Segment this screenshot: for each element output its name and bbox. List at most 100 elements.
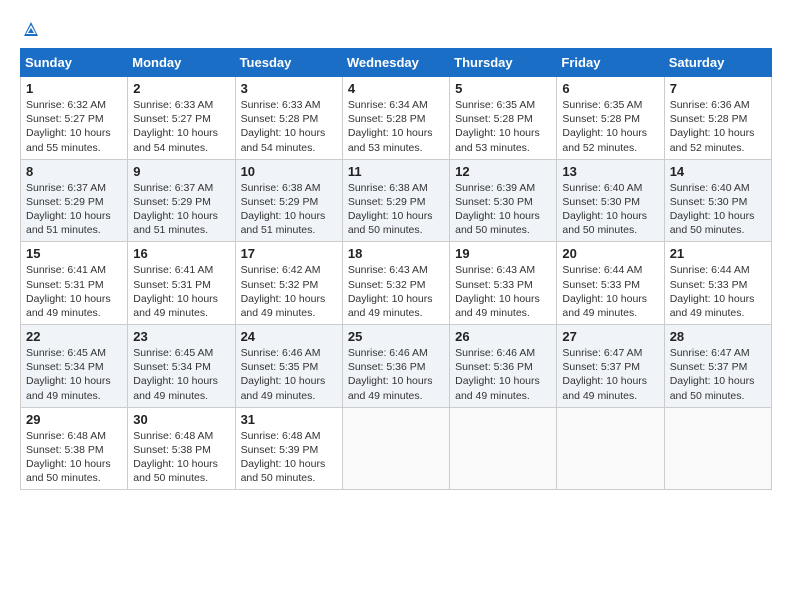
day-number: 27 [562, 329, 658, 344]
day-info: Sunrise: 6:43 AM Sunset: 5:32 PM Dayligh… [348, 263, 444, 320]
day-info: Sunrise: 6:44 AM Sunset: 5:33 PM Dayligh… [670, 263, 766, 320]
calendar-header-day: Saturday [664, 49, 771, 77]
day-number: 4 [348, 81, 444, 96]
day-number: 14 [670, 164, 766, 179]
day-number: 1 [26, 81, 122, 96]
day-number: 18 [348, 246, 444, 261]
calendar-cell: 13 Sunrise: 6:40 AM Sunset: 5:30 PM Dayli… [557, 159, 664, 242]
day-number: 31 [241, 412, 337, 427]
calendar-header-day: Wednesday [342, 49, 449, 77]
day-info: Sunrise: 6:47 AM Sunset: 5:37 PM Dayligh… [562, 346, 658, 403]
calendar-cell: 9 Sunrise: 6:37 AM Sunset: 5:29 PM Daylig… [128, 159, 235, 242]
day-number: 7 [670, 81, 766, 96]
calendar-cell: 31 Sunrise: 6:48 AM Sunset: 5:39 PM Dayli… [235, 407, 342, 490]
calendar-week-row: 22 Sunrise: 6:45 AM Sunset: 5:34 PM Dayli… [21, 325, 772, 408]
calendar-cell: 15 Sunrise: 6:41 AM Sunset: 5:31 PM Dayli… [21, 242, 128, 325]
calendar-header-row: SundayMondayTuesdayWednesdayThursdayFrid… [21, 49, 772, 77]
day-number: 28 [670, 329, 766, 344]
day-number: 13 [562, 164, 658, 179]
calendar-cell: 26 Sunrise: 6:46 AM Sunset: 5:36 PM Dayli… [450, 325, 557, 408]
day-info: Sunrise: 6:46 AM Sunset: 5:36 PM Dayligh… [348, 346, 444, 403]
day-number: 23 [133, 329, 229, 344]
day-info: Sunrise: 6:46 AM Sunset: 5:35 PM Dayligh… [241, 346, 337, 403]
day-info: Sunrise: 6:42 AM Sunset: 5:32 PM Dayligh… [241, 263, 337, 320]
day-info: Sunrise: 6:36 AM Sunset: 5:28 PM Dayligh… [670, 98, 766, 155]
calendar-cell: 12 Sunrise: 6:39 AM Sunset: 5:30 PM Dayli… [450, 159, 557, 242]
calendar-cell: 20 Sunrise: 6:44 AM Sunset: 5:33 PM Dayli… [557, 242, 664, 325]
day-info: Sunrise: 6:41 AM Sunset: 5:31 PM Dayligh… [133, 263, 229, 320]
day-number: 15 [26, 246, 122, 261]
calendar-cell: 14 Sunrise: 6:40 AM Sunset: 5:30 PM Dayli… [664, 159, 771, 242]
calendar-cell: 5 Sunrise: 6:35 AM Sunset: 5:28 PM Daylig… [450, 77, 557, 160]
calendar-body: 1 Sunrise: 6:32 AM Sunset: 5:27 PM Daylig… [21, 77, 772, 490]
calendar-cell [342, 407, 449, 490]
day-number: 9 [133, 164, 229, 179]
calendar-cell [664, 407, 771, 490]
day-number: 10 [241, 164, 337, 179]
calendar-cell: 29Sunrise: 6:48 AM Sunset: 5:38 PM Dayli… [21, 407, 128, 490]
day-info: Sunrise: 6:40 AM Sunset: 5:30 PM Dayligh… [562, 181, 658, 238]
calendar-cell: 8 Sunrise: 6:37 AM Sunset: 5:29 PM Daylig… [21, 159, 128, 242]
day-number: 3 [241, 81, 337, 96]
calendar-week-row: 15 Sunrise: 6:41 AM Sunset: 5:31 PM Dayli… [21, 242, 772, 325]
calendar-header-day: Friday [557, 49, 664, 77]
day-info: Sunrise: 6:37 AM Sunset: 5:29 PM Dayligh… [26, 181, 122, 238]
day-info: Sunrise: 6:45 AM Sunset: 5:34 PM Dayligh… [133, 346, 229, 403]
day-info: Sunrise: 6:33 AM Sunset: 5:27 PM Dayligh… [133, 98, 229, 155]
day-number: 21 [670, 246, 766, 261]
day-number: 20 [562, 246, 658, 261]
day-number: 24 [241, 329, 337, 344]
calendar-cell: 6Sunrise: 6:35 AM Sunset: 5:28 PM Daylig… [557, 77, 664, 160]
day-info: Sunrise: 6:40 AM Sunset: 5:30 PM Dayligh… [670, 181, 766, 238]
calendar-cell: 24 Sunrise: 6:46 AM Sunset: 5:35 PM Dayli… [235, 325, 342, 408]
day-number: 25 [348, 329, 444, 344]
day-number: 26 [455, 329, 551, 344]
day-info: Sunrise: 6:38 AM Sunset: 5:29 PM Dayligh… [348, 181, 444, 238]
day-info: Sunrise: 6:37 AM Sunset: 5:29 PM Dayligh… [133, 181, 229, 238]
day-info: Sunrise: 6:32 AM Sunset: 5:27 PM Dayligh… [26, 98, 122, 155]
day-number: 2 [133, 81, 229, 96]
day-info: Sunrise: 6:45 AM Sunset: 5:34 PM Dayligh… [26, 346, 122, 403]
calendar-header-day: Tuesday [235, 49, 342, 77]
day-number: 12 [455, 164, 551, 179]
calendar-cell: 21 Sunrise: 6:44 AM Sunset: 5:33 PM Dayli… [664, 242, 771, 325]
day-info: Sunrise: 6:47 AM Sunset: 5:37 PM Dayligh… [670, 346, 766, 403]
day-info: Sunrise: 6:43 AM Sunset: 5:33 PM Dayligh… [455, 263, 551, 320]
day-number: 5 [455, 81, 551, 96]
calendar-header-day: Sunday [21, 49, 128, 77]
day-number: 16 [133, 246, 229, 261]
calendar-cell: 2 Sunrise: 6:33 AM Sunset: 5:27 PM Daylig… [128, 77, 235, 160]
calendar-cell: 18 Sunrise: 6:43 AM Sunset: 5:32 PM Dayli… [342, 242, 449, 325]
calendar-week-row: 29Sunrise: 6:48 AM Sunset: 5:38 PM Dayli… [21, 407, 772, 490]
day-info: Sunrise: 6:48 AM Sunset: 5:38 PM Dayligh… [133, 429, 229, 486]
day-info: Sunrise: 6:48 AM Sunset: 5:39 PM Dayligh… [241, 429, 337, 486]
calendar-cell: 23 Sunrise: 6:45 AM Sunset: 5:34 PM Dayli… [128, 325, 235, 408]
calendar-header-day: Monday [128, 49, 235, 77]
calendar-cell: 1 Sunrise: 6:32 AM Sunset: 5:27 PM Daylig… [21, 77, 128, 160]
header [20, 20, 772, 38]
calendar-week-row: 1 Sunrise: 6:32 AM Sunset: 5:27 PM Daylig… [21, 77, 772, 160]
calendar-cell: 10Sunrise: 6:38 AM Sunset: 5:29 PM Dayli… [235, 159, 342, 242]
calendar-cell: 3Sunrise: 6:33 AM Sunset: 5:28 PM Daylig… [235, 77, 342, 160]
calendar-cell: 16 Sunrise: 6:41 AM Sunset: 5:31 PM Dayli… [128, 242, 235, 325]
day-info: Sunrise: 6:34 AM Sunset: 5:28 PM Dayligh… [348, 98, 444, 155]
day-info: Sunrise: 6:46 AM Sunset: 5:36 PM Dayligh… [455, 346, 551, 403]
calendar-cell: 4 Sunrise: 6:34 AM Sunset: 5:28 PM Daylig… [342, 77, 449, 160]
calendar-cell: 22 Sunrise: 6:45 AM Sunset: 5:34 PM Dayli… [21, 325, 128, 408]
calendar-cell [450, 407, 557, 490]
calendar: SundayMondayTuesdayWednesdayThursdayFrid… [20, 48, 772, 490]
day-info: Sunrise: 6:35 AM Sunset: 5:28 PM Dayligh… [455, 98, 551, 155]
day-number: 11 [348, 164, 444, 179]
calendar-cell [557, 407, 664, 490]
logo-icon [22, 20, 40, 38]
day-number: 8 [26, 164, 122, 179]
day-info: Sunrise: 6:35 AM Sunset: 5:28 PM Dayligh… [562, 98, 658, 155]
day-info: Sunrise: 6:44 AM Sunset: 5:33 PM Dayligh… [562, 263, 658, 320]
day-info: Sunrise: 6:41 AM Sunset: 5:31 PM Dayligh… [26, 263, 122, 320]
logo [20, 20, 40, 38]
day-info: Sunrise: 6:39 AM Sunset: 5:30 PM Dayligh… [455, 181, 551, 238]
day-number: 30 [133, 412, 229, 427]
calendar-cell: 7 Sunrise: 6:36 AM Sunset: 5:28 PM Daylig… [664, 77, 771, 160]
day-number: 22 [26, 329, 122, 344]
calendar-cell: 19Sunrise: 6:43 AM Sunset: 5:33 PM Dayli… [450, 242, 557, 325]
